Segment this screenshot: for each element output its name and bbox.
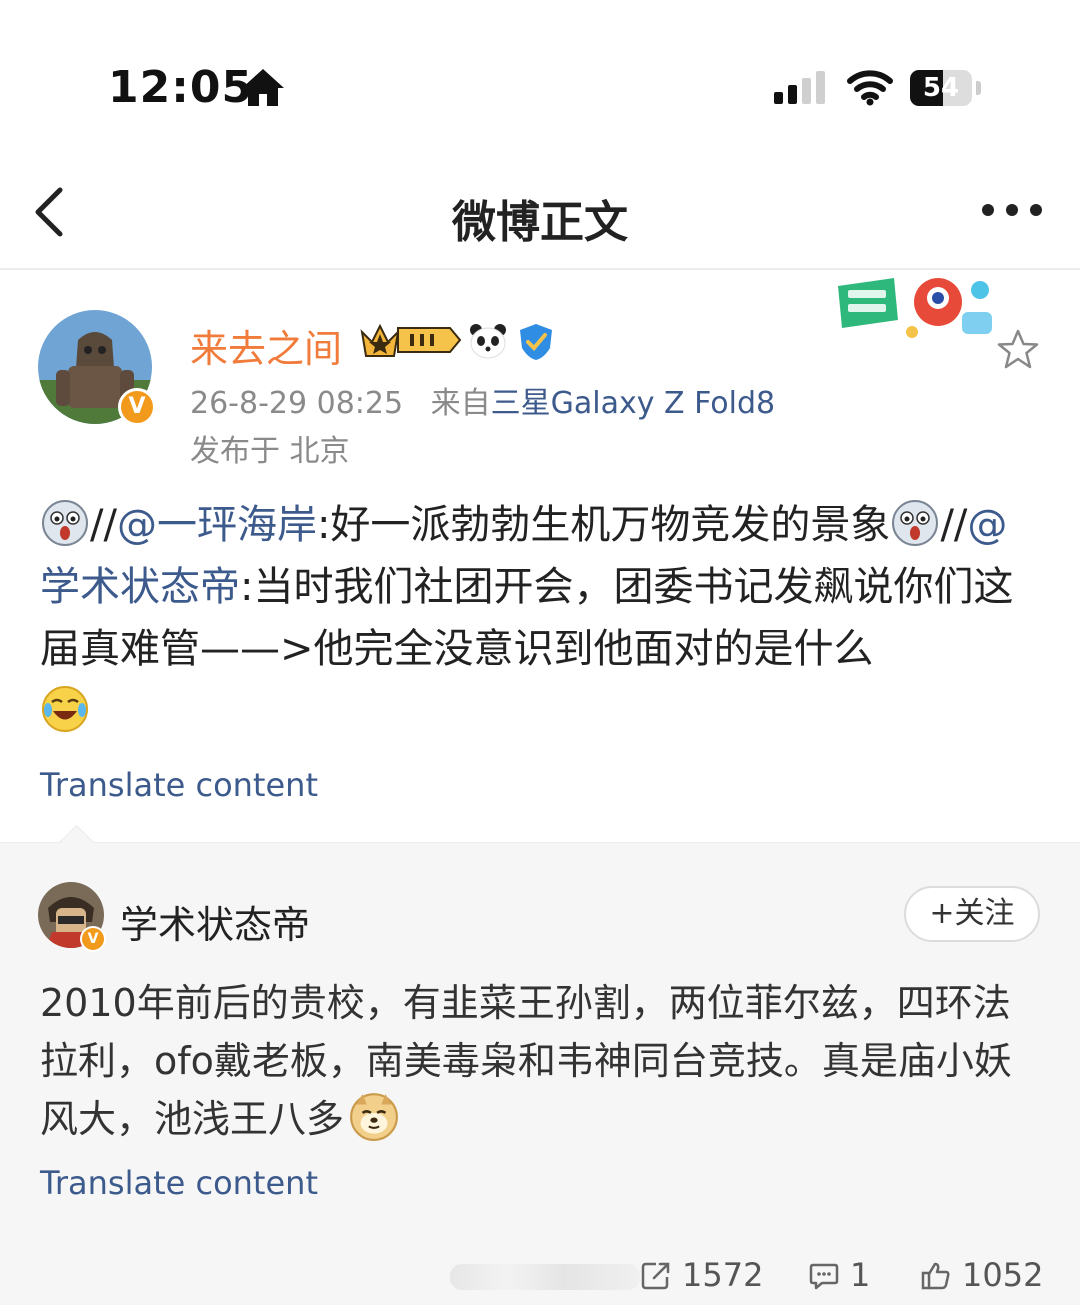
verified-badge-icon: V bbox=[80, 926, 106, 952]
original-author-name[interactable]: 学术状态帝 bbox=[120, 894, 310, 949]
status-bar: 12:05 54 bbox=[0, 0, 1080, 170]
signal-icon bbox=[774, 71, 825, 104]
translate-original-link[interactable]: Translate content bbox=[40, 1164, 318, 1202]
action-bar: 1572 1 1052 bbox=[440, 1256, 1060, 1300]
home-icon bbox=[242, 69, 284, 106]
status-time: 12:05 bbox=[108, 62, 254, 113]
shocked-face-emoji-icon bbox=[42, 500, 88, 546]
repost-action[interactable]: 1572 bbox=[640, 1256, 763, 1294]
author-name[interactable]: 来去之间 bbox=[190, 318, 342, 373]
laughing-tears-emoji-icon bbox=[42, 686, 88, 732]
post-source-prefix: 来自 bbox=[430, 386, 491, 421]
post-text: //@一玶海岸:好一派勃勃生机万物竞发的景象 //@学术状态帝:当时我们社团开会… bbox=[40, 494, 1040, 742]
original-post-body: 2010年前后的贵校，有韭菜王孙割，两位菲尔兹，四环法拉利，ofo戴老板，南美毒… bbox=[40, 981, 1012, 1141]
post-timestamp: 26-8-29 08:25 bbox=[190, 386, 404, 421]
original-post-text: 2010年前后的贵校，有韭菜王孙割，两位菲尔兹，四环法拉利，ofo戴老板，南美毒… bbox=[40, 974, 1040, 1148]
follow-button[interactable]: +关注 bbox=[904, 886, 1040, 942]
repost-icon bbox=[641, 1262, 670, 1290]
favorite-star-icon[interactable] bbox=[996, 328, 1040, 370]
nav-bar: 微博正文 bbox=[0, 170, 1080, 270]
blurred-placeholder bbox=[450, 1264, 640, 1290]
member-crown-icon[interactable] bbox=[358, 320, 462, 360]
translate-post-link[interactable]: Translate content bbox=[40, 766, 318, 804]
post-text-segment-1: :好一派勃勃生机万物竞发的景象 bbox=[316, 502, 891, 548]
like-action[interactable]: 1052 bbox=[920, 1256, 1043, 1294]
mention-link-1[interactable]: @一玶海岸 bbox=[117, 502, 317, 548]
battery-indicator: 54 bbox=[910, 70, 981, 106]
post-location: 发布于 北京 bbox=[190, 434, 350, 469]
thumbs-up-icon bbox=[921, 1262, 950, 1290]
battery-level-text: 54 bbox=[922, 73, 960, 103]
panda-icon bbox=[470, 324, 506, 359]
post-meta: 26-8-29 08:25 来自三星Galaxy Z Fold8 bbox=[190, 378, 775, 422]
page-title: 微博正文 bbox=[452, 197, 628, 248]
wifi-icon bbox=[847, 70, 893, 106]
repost-separator: // bbox=[940, 502, 968, 548]
shield-icon bbox=[520, 324, 552, 360]
comment-count: 1 bbox=[850, 1256, 871, 1294]
repost-count: 1572 bbox=[682, 1256, 764, 1294]
post-device-link[interactable]: 三星Galaxy Z Fold8 bbox=[491, 386, 776, 421]
comment-action[interactable]: 1 bbox=[808, 1256, 870, 1294]
more-icon[interactable] bbox=[980, 200, 1044, 220]
comment-icon bbox=[809, 1263, 839, 1290]
verified-badge-icon: V bbox=[118, 388, 156, 426]
doge-emoji-icon bbox=[350, 1093, 398, 1141]
holiday-sticker-icon bbox=[838, 278, 992, 338]
repost-separator: // bbox=[90, 502, 117, 548]
shocked-face-emoji-icon bbox=[892, 500, 939, 546]
like-count: 1052 bbox=[962, 1256, 1044, 1294]
